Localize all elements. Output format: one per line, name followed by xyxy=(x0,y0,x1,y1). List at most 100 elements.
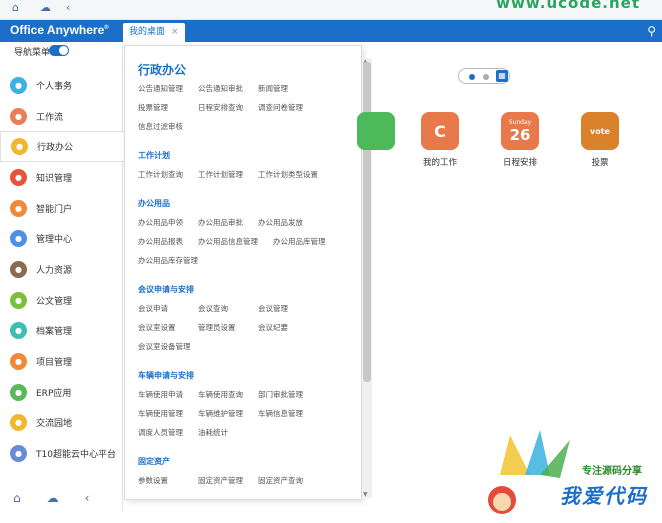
sidebar-item-person[interactable]: ● 个人事务 xyxy=(0,70,123,101)
menu-link[interactable]: 会议纪要 xyxy=(258,322,288,333)
green-app-icon xyxy=(357,112,395,150)
watermark-slogan: 专注源码分享 xyxy=(582,466,642,477)
menu-link[interactable]: 车辆信息管理 xyxy=(258,408,303,419)
admin-icon: ● xyxy=(10,230,27,248)
menu-link[interactable]: 调度人员管理 xyxy=(138,427,183,438)
menu-link[interactable]: 信息过滤审核 xyxy=(138,121,183,132)
menu-link[interactable]: 日程安排查询 xyxy=(198,102,243,113)
desktop-app-my-work[interactable]: C 我的工作 xyxy=(410,112,470,168)
view-dot-icon[interactable] xyxy=(483,74,489,80)
desktop-app-label: 日程安排 xyxy=(502,158,537,168)
menu-link[interactable]: 部门审批管理 xyxy=(258,389,303,400)
desktop-app-calendar[interactable]: Sunday 26 日程安排 xyxy=(490,112,550,168)
sidebar-item-workflow[interactable]: ● 工作流 xyxy=(0,101,123,132)
project-icon: ● xyxy=(10,353,27,371)
top-strip: ⌂ ☁ ‹ www.ucode.net xyxy=(0,0,662,20)
sidebar-item-portal[interactable]: ● 智能门户 xyxy=(0,193,123,224)
menu-link[interactable]: 工作计划类型设置 xyxy=(258,169,318,180)
menu-link[interactable]: 办公用品发放 xyxy=(258,217,303,228)
grid-view-icon[interactable]: ▦ xyxy=(496,70,508,82)
book-icon: ● xyxy=(10,168,27,186)
sidebar-item-label: 行政办公 xyxy=(37,143,74,154)
menu-link[interactable]: 固定资产管理 xyxy=(198,475,243,486)
cloud-icon[interactable]: ☁ xyxy=(47,491,59,505)
search-icon[interactable]: ⚲ xyxy=(647,24,656,38)
menu-link[interactable]: 公告通知审批 xyxy=(198,83,243,94)
menu-link[interactable]: 会议室设置 xyxy=(138,322,176,333)
menu-link[interactable]: 固定资产查询 xyxy=(258,475,303,486)
menu-link[interactable]: 办公用品报表 xyxy=(138,236,183,247)
scrollbar-thumb[interactable] xyxy=(363,62,371,382)
tab-my-desktop[interactable]: 我的桌面 × xyxy=(123,23,185,42)
menu-link[interactable]: 公告通知管理 xyxy=(138,83,183,94)
watermark-title: 我爱代码 xyxy=(560,484,648,508)
home-icon[interactable]: ⌂ xyxy=(13,491,21,505)
section-heading: 工作计划 xyxy=(138,151,170,160)
menu-link[interactable]: 办公用品申领 xyxy=(138,217,183,228)
sidebar-item-archive[interactable]: ● 档案管理 xyxy=(0,316,123,347)
view-dot-icon[interactable] xyxy=(469,74,475,80)
menu-link[interactable]: 办公用品信息管理 xyxy=(198,236,258,247)
sidebar-item-label: 工作流 xyxy=(36,112,64,123)
menu-link[interactable]: 车辆维护管理 xyxy=(198,408,243,419)
sidebar-item-book[interactable]: ● 知识管理 xyxy=(0,162,123,193)
home-icon[interactable]: ⌂ xyxy=(12,1,19,14)
back-icon[interactable]: ‹ xyxy=(85,491,90,505)
calendar-weekday: Sunday xyxy=(508,118,532,126)
sidebar-item-document[interactable]: ● 公文管理 xyxy=(0,285,123,316)
calendar-icon: Sunday 26 xyxy=(501,112,539,150)
menu-link[interactable]: 会议室设备管理 xyxy=(138,341,191,352)
menu-link[interactable]: 车辆使用申请 xyxy=(138,389,183,400)
nav-toggle-label: 导航菜单 xyxy=(14,48,51,58)
section-heading: 固定资产 xyxy=(138,457,170,466)
sidebar-item-label: 交流园地 xyxy=(36,419,73,430)
scroll-down-icon[interactable]: ▼ xyxy=(363,491,368,498)
menu-link[interactable]: 油耗统计 xyxy=(198,427,228,438)
back-icon[interactable]: ‹ xyxy=(66,1,70,14)
menu-link[interactable]: 办公用品库管理 xyxy=(273,236,326,247)
menu-link[interactable]: 管理员设置 xyxy=(198,322,236,333)
menu-link[interactable]: 投票管理 xyxy=(138,102,168,113)
tile-glyph: C xyxy=(434,121,446,141)
dropdown-title: 行政办公 xyxy=(138,63,187,77)
sidebar-item-project[interactable]: ● 项目管理 xyxy=(0,346,123,377)
sidebar-item-admin[interactable]: ● 管理中心 xyxy=(0,223,123,254)
sidebar-item-hr[interactable]: ● 人力资源 xyxy=(0,254,123,285)
sidebar-item-label: 知识管理 xyxy=(36,173,73,184)
erp-icon: ● xyxy=(10,383,27,401)
sidebar-item-label: 管理中心 xyxy=(36,235,73,246)
view-toggle[interactable]: ▦ xyxy=(458,68,510,84)
sidebar-item-layers[interactable]: ● 行政办公 xyxy=(0,131,124,163)
menu-link[interactable]: 工作计划查询 xyxy=(138,169,183,180)
menu-link[interactable]: 调查问卷管理 xyxy=(258,102,303,113)
portal-icon: ● xyxy=(10,199,27,217)
sidebar: 导航菜单 ● 个人事务 ● 工作流 ● 行政办公 ● 知识管理 ● 智能门户 ● 管理中心 ● 人力资源 ●… xyxy=(0,42,124,512)
nav-toggle-switch[interactable] xyxy=(49,45,69,56)
menu-link[interactable]: 车辆使用管理 xyxy=(138,408,183,419)
menu-link[interactable]: 办公用品审批 xyxy=(198,217,243,228)
sidebar-item-chat[interactable]: ● 交流园地 xyxy=(0,408,123,439)
menu-link[interactable]: 会议申请 xyxy=(138,303,168,314)
desktop-app-label: 投票 xyxy=(591,158,609,168)
layers-icon: ● xyxy=(11,138,28,156)
menu-link[interactable]: 车辆使用查询 xyxy=(198,389,243,400)
menu-link[interactable]: 会议查询 xyxy=(198,303,228,314)
cloud-icon[interactable]: ☁ xyxy=(40,1,51,14)
desktop-app-label: 我的工作 xyxy=(422,158,457,168)
desktop-app-green-app[interactable] xyxy=(346,112,406,156)
menu-link[interactable]: 会议管理 xyxy=(258,303,288,314)
hr-icon: ● xyxy=(10,260,27,278)
menu-link[interactable]: 办公用品库存管理 xyxy=(138,255,198,266)
menu-link[interactable]: 工作计划管理 xyxy=(198,169,243,180)
desktop-app-vote[interactable]: vote 投票 xyxy=(570,112,630,168)
menu-link[interactable]: 新闻管理 xyxy=(258,83,288,94)
cloud-icon: ● xyxy=(10,445,27,463)
sidebar-item-label: 人力资源 xyxy=(36,265,73,276)
person-icon: ● xyxy=(10,76,27,94)
sidebar-item-label: T10超能云中心平台 xyxy=(36,450,116,461)
sidebar-item-erp[interactable]: ● ERP应用 xyxy=(0,377,123,408)
sidebar-item-cloud[interactable]: ● T10超能云中心平台 xyxy=(0,438,123,469)
close-icon[interactable]: × xyxy=(171,27,179,37)
menu-link[interactable]: 参数设置 xyxy=(138,475,168,486)
tab-label: 我的桌面 xyxy=(129,27,166,37)
